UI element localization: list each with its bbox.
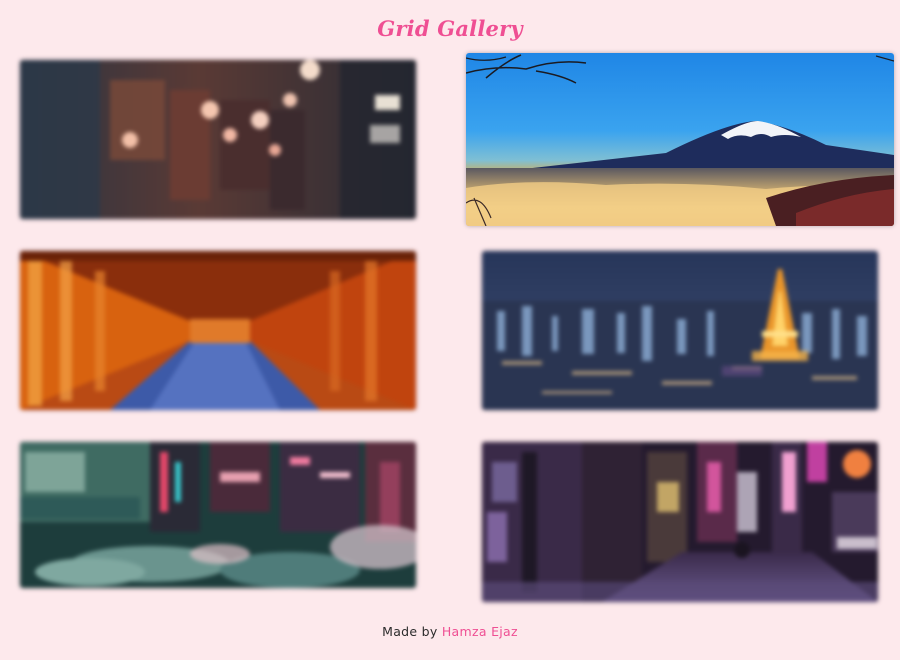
footer-prefix: Made by bbox=[382, 624, 442, 639]
gallery-image-neon-umbrellas[interactable] bbox=[20, 442, 416, 588]
gallery-image-lantern-alley[interactable] bbox=[20, 60, 416, 219]
author-link[interactable]: Hamza Ejaz bbox=[442, 624, 518, 639]
gallery-image-mount-fuji[interactable] bbox=[466, 53, 894, 226]
footer-credit: Made by Hamza Ejaz bbox=[0, 624, 900, 639]
page-title: Grid Gallery bbox=[377, 16, 523, 41]
gallery-image-neon-alley[interactable] bbox=[482, 442, 878, 602]
gallery-image-torii-gates[interactable] bbox=[20, 251, 416, 410]
gallery-image-tokyo-tower[interactable] bbox=[482, 251, 878, 410]
